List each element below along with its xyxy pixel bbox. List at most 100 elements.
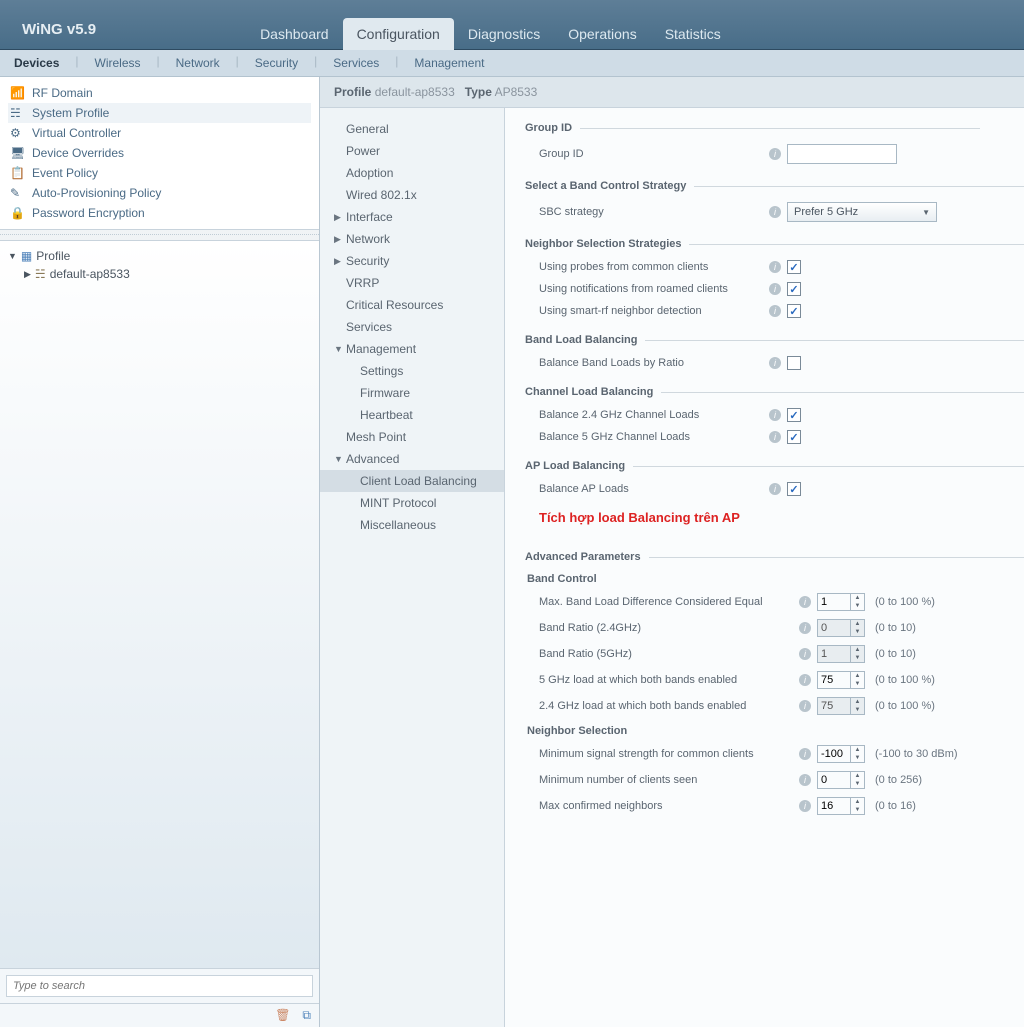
- balance-band-ratio-checkbox[interactable]: [787, 356, 801, 370]
- devlist-rf-domain[interactable]: 📶RF Domain: [8, 83, 311, 103]
- topnav-configuration[interactable]: Configuration: [343, 18, 454, 50]
- devlist-device-overrides[interactable]: 🖥Device Overrides: [8, 143, 311, 163]
- band-control-spinner-3[interactable]: ▲▼: [817, 671, 865, 689]
- spinner-down-icon[interactable]: ▼: [851, 680, 864, 688]
- subnav-wireless[interactable]: Wireless: [89, 54, 147, 72]
- spinner-up-icon[interactable]: ▲: [851, 746, 864, 754]
- band-control-input-2[interactable]: [818, 646, 850, 662]
- info-icon[interactable]: i: [799, 622, 811, 634]
- midnav-adoption[interactable]: Adoption: [320, 162, 504, 184]
- subnav-network[interactable]: Network: [170, 54, 226, 72]
- info-icon[interactable]: i: [799, 596, 811, 608]
- subnav-security[interactable]: Security: [249, 54, 304, 72]
- midnav-general[interactable]: General: [320, 118, 504, 140]
- spinner-down-icon[interactable]: ▼: [851, 602, 864, 610]
- neighbor-select-input-2[interactable]: [818, 798, 850, 814]
- tree-item-default-ap8533[interactable]: ▶ ☵ default-ap8533: [24, 267, 311, 281]
- info-icon[interactable]: i: [769, 283, 781, 295]
- midnav-security[interactable]: ▶Security: [320, 250, 504, 272]
- midnav-advanced[interactable]: ▼Advanced: [320, 448, 504, 470]
- midnav-critical-resources[interactable]: Critical Resources: [320, 294, 504, 316]
- info-icon[interactable]: i: [769, 409, 781, 421]
- band-control-input-4[interactable]: [818, 698, 850, 714]
- midnav-mint-protocol[interactable]: MINT Protocol: [320, 492, 504, 514]
- band-control-input-3[interactable]: [818, 672, 850, 688]
- topnav-dashboard[interactable]: Dashboard: [246, 18, 343, 50]
- midnav-firmware[interactable]: Firmware: [320, 382, 504, 404]
- topnav-diagnostics[interactable]: Diagnostics: [454, 18, 554, 50]
- band-control-input-0[interactable]: [818, 594, 850, 610]
- midnav-mesh-point[interactable]: Mesh Point: [320, 426, 504, 448]
- info-icon[interactable]: i: [769, 483, 781, 495]
- spinner-down-icon[interactable]: ▼: [851, 806, 864, 814]
- spinner-up-icon[interactable]: ▲: [851, 772, 864, 780]
- band-control-input-1[interactable]: [818, 620, 850, 636]
- info-icon[interactable]: i: [769, 261, 781, 273]
- midnav-heartbeat[interactable]: Heartbeat: [320, 404, 504, 426]
- info-icon[interactable]: i: [799, 800, 811, 812]
- spinner-up-icon[interactable]: ▲: [851, 798, 864, 806]
- midnav-interface[interactable]: ▶Interface: [320, 206, 504, 228]
- search-input[interactable]: [6, 975, 313, 997]
- neighbor-select-input-1[interactable]: [818, 772, 850, 788]
- devlist-system-profile[interactable]: ☵System Profile: [8, 103, 311, 123]
- midnav-management[interactable]: ▼Management: [320, 338, 504, 360]
- info-icon[interactable]: i: [769, 431, 781, 443]
- info-icon[interactable]: i: [799, 748, 811, 760]
- subnav-services[interactable]: Services: [327, 54, 385, 72]
- midnav-client-load-balancing[interactable]: Client Load Balancing: [320, 470, 504, 492]
- neighbor-strategy-checkbox-2[interactable]: [787, 304, 801, 318]
- info-icon[interactable]: i: [769, 357, 781, 369]
- band-control-spinner-0[interactable]: ▲▼: [817, 593, 865, 611]
- info-icon[interactable]: i: [799, 648, 811, 660]
- info-icon[interactable]: i: [799, 700, 811, 712]
- midnav-vrrp[interactable]: VRRP: [320, 272, 504, 294]
- spinner-up-icon[interactable]: ▲: [851, 672, 864, 680]
- tree-root-profile[interactable]: ▼ ▦ Profile: [8, 249, 311, 263]
- info-icon[interactable]: i: [799, 774, 811, 786]
- neighbor-select-spinner-0[interactable]: ▲▼: [817, 745, 865, 763]
- spinner-down-icon[interactable]: ▼: [851, 780, 864, 788]
- subnav-management[interactable]: Management: [408, 54, 490, 72]
- info-icon[interactable]: i: [769, 206, 781, 218]
- spinner-down-icon[interactable]: ▼: [851, 706, 864, 714]
- midnav-settings[interactable]: Settings: [320, 360, 504, 382]
- band-control-spinner-1[interactable]: ▲▼: [817, 619, 865, 637]
- spinner-down-icon[interactable]: ▼: [851, 754, 864, 762]
- devlist-virtual-controller[interactable]: ⚙Virtual Controller: [8, 123, 311, 143]
- midnav-power[interactable]: Power: [320, 140, 504, 162]
- spinner-up-icon[interactable]: ▲: [851, 646, 864, 654]
- neighbor-strategy-checkbox-1[interactable]: [787, 282, 801, 296]
- midnav-network[interactable]: ▶Network: [320, 228, 504, 250]
- neighbor-select-input-0[interactable]: [818, 746, 850, 762]
- neighbor-select-spinner-2[interactable]: ▲▼: [817, 797, 865, 815]
- panel-splitter[interactable]: [0, 234, 319, 236]
- delete-icon[interactable]: 🗑: [275, 1008, 290, 1023]
- spinner-down-icon[interactable]: ▼: [851, 628, 864, 636]
- band-control-spinner-4[interactable]: ▲▼: [817, 697, 865, 715]
- neighbor-select-spinner-1[interactable]: ▲▼: [817, 771, 865, 789]
- channel-load-checkbox-0[interactable]: [787, 408, 801, 422]
- groupid-input[interactable]: [787, 144, 897, 164]
- channel-load-checkbox-1[interactable]: [787, 430, 801, 444]
- sbc-strategy-dropdown[interactable]: Prefer 5 GHz ▼: [787, 202, 937, 222]
- devlist-auto-provisioning-policy[interactable]: ✎Auto-Provisioning Policy: [8, 183, 311, 203]
- spinner-up-icon[interactable]: ▲: [851, 698, 864, 706]
- info-icon[interactable]: i: [799, 674, 811, 686]
- balance-ap-loads-checkbox[interactable]: [787, 482, 801, 496]
- spinner-down-icon[interactable]: ▼: [851, 654, 864, 662]
- midnav-miscellaneous[interactable]: Miscellaneous: [320, 514, 504, 536]
- midnav-services[interactable]: Services: [320, 316, 504, 338]
- devlist-password-encryption[interactable]: 🔒Password Encryption: [8, 203, 311, 223]
- neighbor-strategy-checkbox-0[interactable]: [787, 260, 801, 274]
- subnav-devices[interactable]: Devices: [8, 54, 65, 72]
- info-icon[interactable]: i: [769, 305, 781, 317]
- info-icon[interactable]: i: [769, 148, 781, 160]
- spinner-up-icon[interactable]: ▲: [851, 594, 864, 602]
- midnav-wired-802-1x[interactable]: Wired 802.1x: [320, 184, 504, 206]
- window-icon[interactable]: ⧉: [302, 1008, 311, 1023]
- devlist-event-policy[interactable]: 📋Event Policy: [8, 163, 311, 183]
- band-control-spinner-2[interactable]: ▲▼: [817, 645, 865, 663]
- spinner-up-icon[interactable]: ▲: [851, 620, 864, 628]
- topnav-operations[interactable]: Operations: [554, 18, 650, 50]
